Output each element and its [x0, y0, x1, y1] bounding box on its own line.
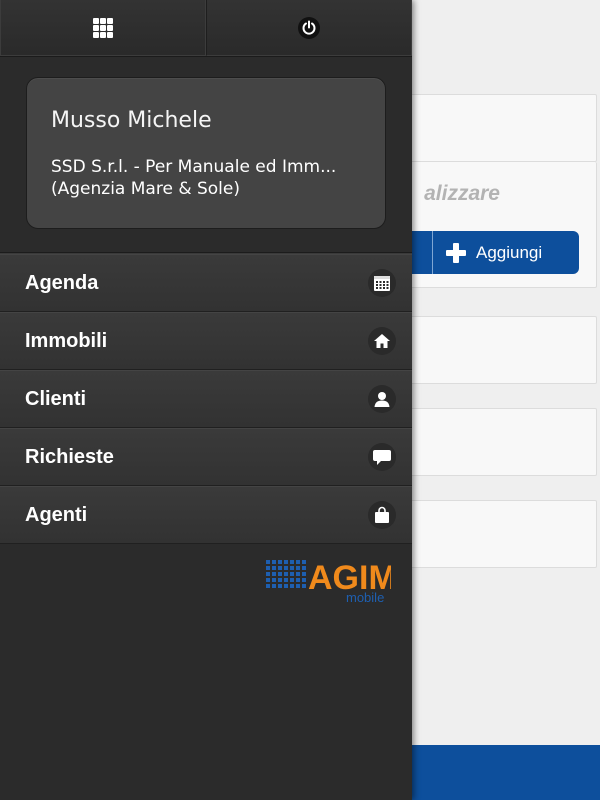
background-card — [380, 316, 597, 384]
grid-icon — [93, 17, 113, 38]
company-name: SSD S.r.l. - Per Manuale ed Imm... — [51, 157, 337, 177]
profile-section: Musso Michele SSD S.r.l. - Per Manuale e… — [0, 57, 412, 253]
apps-button[interactable] — [0, 0, 206, 56]
home-icon — [368, 327, 396, 355]
menu-item-label: Agenda — [25, 271, 99, 294]
add-button[interactable]: Aggiungi — [433, 231, 579, 274]
drawer-topbar — [0, 0, 412, 57]
menu-item-agenda[interactable]: Agenda — [0, 254, 412, 312]
logout-button[interactable] — [206, 0, 412, 56]
background-card — [380, 94, 597, 162]
logo-sub-text: mobile — [346, 590, 384, 605]
shopping-bag-icon — [368, 501, 396, 529]
menu-item-label: Agenti — [25, 503, 88, 526]
menu-item-clienti[interactable]: Clienti — [0, 370, 412, 428]
menu-item-label: Richieste — [25, 445, 114, 468]
plus-icon — [446, 242, 466, 263]
chat-bubble-icon — [368, 443, 396, 471]
background-card — [380, 500, 597, 568]
side-drawer: Musso Michele SSD S.r.l. - Per Manuale e… — [0, 0, 412, 800]
add-button-label: Aggiungi — [476, 242, 543, 262]
user-name: Musso Michele — [51, 108, 212, 133]
menu-item-immobili[interactable]: Immobili — [0, 312, 412, 370]
agim-mobile-logo: AGIM mobile — [266, 556, 397, 608]
calendar-icon — [368, 269, 396, 297]
agency-name: (Agenzia Mare & Sole) — [51, 179, 240, 199]
drawer-menu: Agenda Immobili Clienti Richieste Agenti — [0, 253, 412, 544]
background-card — [380, 408, 597, 476]
menu-item-agenti[interactable]: Agenti — [0, 486, 412, 544]
power-icon — [298, 16, 320, 39]
menu-item-label: Clienti — [25, 387, 87, 410]
profile-card[interactable]: Musso Michele SSD S.r.l. - Per Manuale e… — [26, 77, 386, 229]
menu-item-label: Immobili — [25, 329, 108, 352]
menu-item-richieste[interactable]: Richieste — [0, 428, 412, 486]
user-icon — [368, 385, 396, 413]
